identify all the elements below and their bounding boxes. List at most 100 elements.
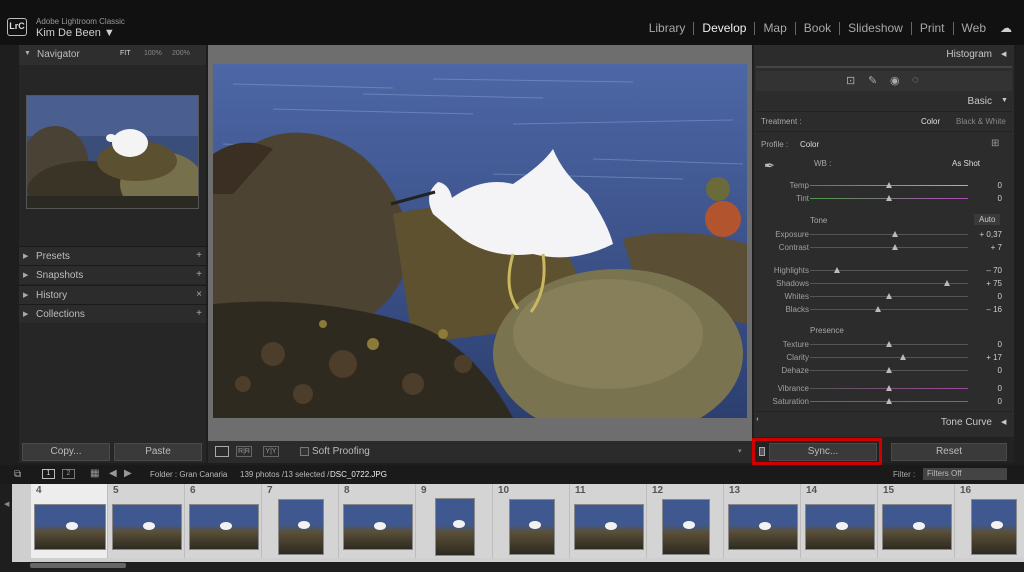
loupe-view-icon[interactable] (215, 446, 229, 457)
navigator-header[interactable]: ▼ Navigator FIT 100% 200% (19, 45, 206, 65)
slider-knob[interactable] (886, 398, 892, 404)
back-arrow-icon[interactable]: ◀ (109, 468, 117, 479)
module-web[interactable]: Web (954, 21, 994, 35)
profile-browser-icon[interactable]: ⊞ (991, 138, 999, 149)
slider-track[interactable] (810, 247, 968, 248)
sync-toggle-icon[interactable] (759, 447, 765, 456)
slider-clarity[interactable]: Clarity + 17 (754, 351, 1014, 364)
slider-texture[interactable]: Texture 0 (754, 338, 1014, 351)
treatment-bw[interactable]: Black & White (956, 117, 1006, 126)
soft-proofing-checkbox[interactable] (300, 447, 309, 456)
module-develop[interactable]: Develop (694, 21, 756, 35)
slider-knob[interactable] (944, 280, 951, 286)
slider-knob[interactable] (892, 231, 899, 237)
tone-curve-header[interactable]: Tone Curve (754, 417, 992, 428)
filmstrip-cell[interactable]: 10 (493, 484, 570, 558)
swap-icon[interactable]: Y|Y (263, 446, 279, 457)
eyedropper-icon[interactable]: ✒ (764, 158, 775, 174)
wb-dropdown[interactable]: As Shot (952, 159, 980, 168)
auto-button[interactable]: Auto (974, 214, 1001, 225)
slider-knob[interactable] (886, 385, 892, 391)
slider-value[interactable]: – 16 (962, 305, 1002, 314)
slider-knob[interactable] (892, 244, 899, 250)
slider-knob[interactable] (886, 293, 892, 299)
snapshots-section[interactable]: ▶ Snapshots + (19, 265, 206, 284)
secondary-display-icon[interactable]: ⧉ (14, 469, 21, 480)
main-photo[interactable] (213, 64, 747, 418)
filmstrip-cell[interactable]: 4 (31, 484, 108, 558)
filmstrip-cell[interactable]: 6 (185, 484, 262, 558)
folder-path[interactable]: Folder : Gran Canaria (150, 470, 227, 479)
collections-section[interactable]: ▶ Collections + (19, 304, 206, 323)
slider-value[interactable]: – 70 (962, 266, 1002, 275)
slider-knob[interactable] (886, 195, 892, 201)
filmstrip-cell[interactable]: 13 (724, 484, 801, 558)
slider-value[interactable]: + 17 (962, 353, 1002, 362)
slider-track[interactable] (810, 309, 968, 310)
slider-knob[interactable] (900, 354, 907, 360)
crop-icon[interactable]: ⊡ (846, 74, 855, 87)
slider-tint[interactable]: Tint 0 (754, 192, 1014, 205)
slider-exposure[interactable]: Exposure + 0,37 (754, 228, 1014, 241)
grid-icon[interactable]: ▦ (90, 468, 99, 479)
slider-value[interactable]: + 75 (962, 279, 1002, 288)
slider-value[interactable]: 0 (962, 340, 1002, 349)
slider-value[interactable]: 0 (962, 397, 1002, 406)
user-name[interactable]: Kim De Been ▼ (36, 27, 115, 39)
slider-highlights[interactable]: Highlights – 70 (754, 264, 1014, 277)
healing-icon[interactable]: ✎ (868, 74, 877, 87)
module-book[interactable]: Book (796, 21, 841, 35)
slider-knob[interactable] (886, 182, 892, 188)
cloud-icon[interactable]: ☁ (1000, 21, 1012, 35)
module-map[interactable]: Map (755, 21, 796, 35)
slider-value[interactable]: 0 (962, 181, 1002, 190)
module-library[interactable]: Library (641, 21, 695, 35)
slider-blacks[interactable]: Blacks – 16 (754, 303, 1014, 316)
slider-value[interactable]: + 7 (962, 243, 1002, 252)
before-after-icon[interactable]: R|R (236, 446, 252, 457)
slider-temp[interactable]: Temp 0 (754, 179, 1014, 192)
display-2-icon[interactable]: 2 (62, 469, 75, 479)
navigator-preview[interactable] (26, 95, 199, 209)
reset-button[interactable]: Reset (891, 443, 1007, 461)
slider-value[interactable]: 0 (962, 384, 1002, 393)
slider-knob[interactable] (833, 267, 840, 273)
filmstrip-cell[interactable]: 12 (647, 484, 724, 558)
masking-icon[interactable]: ◌ (912, 74, 919, 86)
slider-value[interactable]: 0 (962, 292, 1002, 301)
filmstrip-left-icon[interactable]: ◀ (4, 500, 9, 508)
slider-vibrance[interactable]: Vibrance 0 (754, 382, 1014, 395)
slider-contrast[interactable]: Contrast + 7 (754, 241, 1014, 254)
basic-header[interactable]: Basic (754, 96, 992, 107)
add-preset-button[interactable]: + (196, 250, 202, 261)
filmstrip-cell[interactable]: 11 (570, 484, 647, 558)
zoom-fit[interactable]: FIT (120, 50, 131, 57)
filmstrip-cell[interactable]: 5 (108, 484, 185, 558)
slider-knob[interactable] (886, 367, 892, 373)
profile-dropdown[interactable]: Color (800, 140, 819, 149)
paste-button[interactable]: Paste (114, 443, 202, 461)
slider-shadows[interactable]: Shadows + 75 (754, 277, 1014, 290)
filmstrip-cell[interactable]: 15 (878, 484, 955, 558)
toolbar-menu-icon[interactable]: ▾ (738, 447, 742, 455)
module-slideshow[interactable]: Slideshow (840, 21, 912, 35)
slider-dehaze[interactable]: Dehaze 0 (754, 364, 1014, 377)
filmstrip-scrollbar[interactable] (30, 563, 126, 568)
histogram-header[interactable]: Histogram (754, 49, 992, 60)
slider-value[interactable]: 0 (962, 366, 1002, 375)
forward-arrow-icon[interactable]: ▶ (124, 468, 132, 479)
slider-value[interactable]: 0 (962, 194, 1002, 203)
filmstrip-cell[interactable]: 9 (416, 484, 493, 558)
filmstrip-cell[interactable]: 14 (801, 484, 878, 558)
slider-saturation[interactable]: Saturation 0 (754, 395, 1014, 408)
module-print[interactable]: Print (912, 21, 954, 35)
add-collection-button[interactable]: + (196, 308, 202, 319)
zoom-200[interactable]: 200% (172, 50, 190, 57)
filmstrip-cell[interactable]: 16 (955, 484, 1024, 558)
copy-button[interactable]: Copy... (22, 443, 110, 461)
add-snapshot-button[interactable]: + (196, 269, 202, 280)
presets-section[interactable]: ▶ Presets + (19, 246, 206, 265)
sync-button[interactable]: Sync... (769, 443, 877, 461)
slider-track[interactable] (810, 357, 968, 358)
slider-track[interactable] (810, 234, 968, 235)
